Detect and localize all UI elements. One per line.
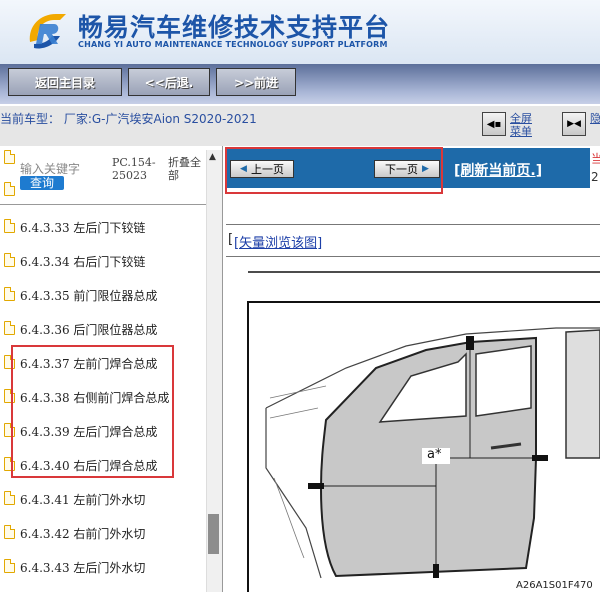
divider (0, 204, 206, 205)
bracket-text: [ (228, 232, 234, 247)
hide-menu-button[interactable]: ▶◀ (562, 112, 586, 136)
divider (226, 224, 600, 225)
tree-item[interactable]: 6.4.3.41 左前门外水切 (0, 486, 205, 510)
document-icon (4, 491, 15, 505)
document-icon (4, 525, 15, 539)
hide-menu-label: 隐 (590, 112, 600, 125)
highlight-box (11, 345, 174, 478)
vector-view-link[interactable]: [矢量浏览该图] (234, 232, 322, 251)
figure-code: A26A1S01F470 (516, 580, 593, 591)
current-vehicle-label: 当前车型： 厂家:G-广汽埃安Aion S2020-2021 (0, 112, 257, 126)
document-icon (4, 253, 15, 267)
collapse-all-label-2: 部 (168, 169, 179, 182)
tree-item[interactable]: 6.4.3.36 后门限位器总成 (0, 316, 205, 340)
document-icon (4, 287, 15, 301)
tree-item[interactable]: 6.4.3.34 右后门下铰链 (0, 248, 205, 272)
document-icon (4, 559, 15, 573)
fullscreen-label-2: 菜单 (510, 125, 532, 138)
tree-item-label: 6.4.3.35 前门限位器总成 (20, 289, 158, 303)
tree-item-label: 6.4.3.43 左后门外水切 (20, 561, 146, 575)
forward-button[interactable]: >>前进 (216, 68, 296, 96)
collapse-all-label-1: 折叠全 (168, 156, 201, 169)
tree-item-label: 6.4.3.36 后门限位器总成 (20, 323, 158, 337)
tree-item-label: 6.4.3.34 右后门下铰链 (20, 255, 146, 269)
door-diagram (247, 271, 600, 592)
highlight-box (225, 147, 443, 194)
fullscreen-label-1: 全屏 (510, 112, 532, 125)
collapse-arrows-icon: ▶◀ (567, 119, 581, 129)
fullscreen-menu-link[interactable]: 全屏 菜单 (510, 112, 532, 138)
part-code-line-1: PC.154- (112, 156, 156, 169)
keyword-search-input[interactable]: 输入关键字 (20, 160, 80, 177)
document-icon (4, 150, 15, 164)
tree-item[interactable]: 6.4.3.42 右前门外水切 (0, 520, 205, 544)
tree-item[interactable]: 6.4.3.33 左后门下铰链 (0, 214, 205, 238)
tree-item-label: 6.4.3.33 左后门下铰链 (20, 221, 146, 235)
search-query-button[interactable]: 查询 (20, 176, 64, 190)
part-code-line-2: 25023 (112, 169, 147, 182)
divider (226, 256, 600, 257)
pager-edge-text: 当 (591, 152, 600, 166)
scroll-up-icon[interactable]: ▲ (209, 152, 216, 162)
fullscreen-icon: ◀▪ (486, 118, 502, 130)
document-icon (4, 321, 15, 335)
collapse-all-link[interactable]: 折叠全 部 (168, 156, 201, 182)
pager-edge-number: 2 (591, 170, 599, 184)
refresh-page-link[interactable]: [刷新当前页.] (454, 160, 542, 180)
home-button[interactable]: 返回主目录 (8, 68, 122, 96)
brand-title: 畅易汽车维修技术支持平台 (78, 13, 391, 42)
tree-item[interactable]: 6.4.3.43 左后门外水切 (0, 554, 205, 578)
tree-item-label: 6.4.3.41 左前门外水切 (20, 493, 146, 507)
brand-subtitle: CHANG YI AUTO MAINTENANCE TECHNOLOGY SUP… (78, 40, 388, 49)
brand-logo-icon (29, 14, 67, 49)
back-button[interactable]: <<后退. (128, 68, 210, 96)
fullscreen-button[interactable]: ◀▪ (482, 112, 506, 136)
document-icon (4, 219, 15, 233)
scrollbar-thumb[interactable] (208, 514, 219, 554)
tree-item[interactable]: 6.4.3.35 前门限位器总成 (0, 282, 205, 306)
tree-item-label: 6.4.3.42 右前门外水切 (20, 527, 146, 541)
part-code: PC.154- 25023 (112, 156, 156, 182)
callout-label: a* (427, 447, 442, 462)
document-icon (4, 182, 15, 196)
